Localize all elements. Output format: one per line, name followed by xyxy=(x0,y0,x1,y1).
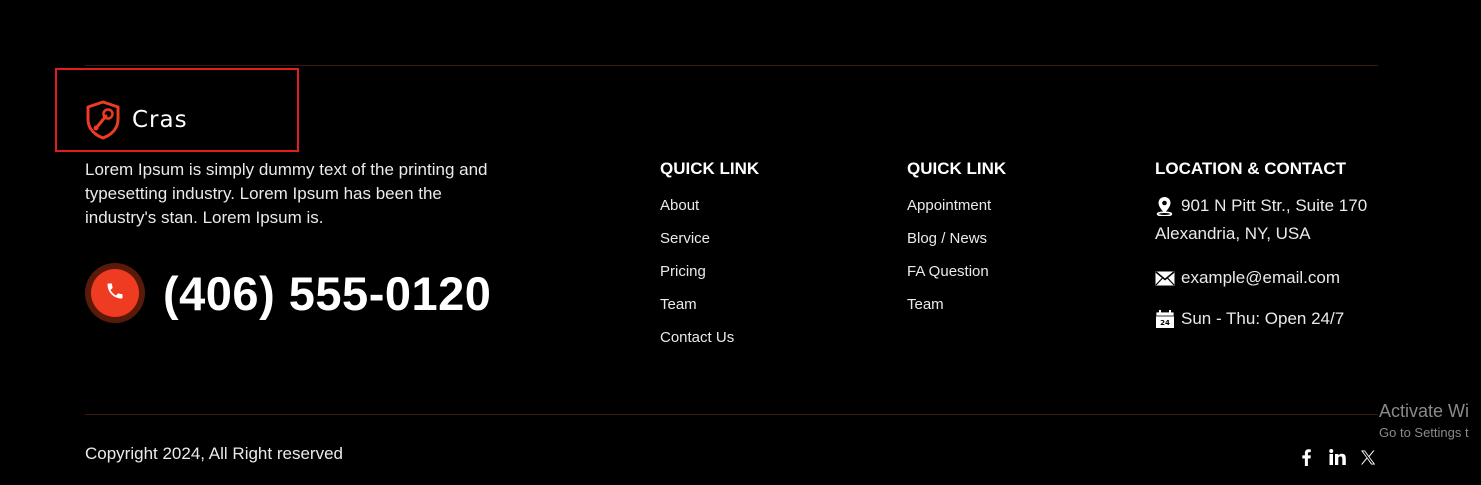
shield-wrench-icon xyxy=(84,100,122,140)
copyright-text: Copyright 2024, All Right reserved xyxy=(85,444,343,463)
column-title: QUICK LINK xyxy=(660,159,760,178)
phone-number[interactable]: (406) 555-0120 xyxy=(163,266,491,321)
facebook-icon[interactable] xyxy=(1296,447,1316,467)
footer-link-team[interactable]: Team xyxy=(907,288,1006,321)
footer-link-contact-us[interactable]: Contact Us xyxy=(660,321,759,354)
phone-block[interactable]: (406) 555-0120 xyxy=(85,263,491,323)
footer-section: Cras Lorem Ipsum is simply dummy text of… xyxy=(0,0,1481,485)
linkedin-icon[interactable] xyxy=(1327,447,1347,467)
svg-text:24: 24 xyxy=(1160,319,1170,327)
address-line-2: Alexandria, NY, USA xyxy=(1155,224,1311,243)
bottom-divider xyxy=(85,414,1378,415)
column-title: QUICK LINK xyxy=(907,159,1007,178)
envelope-icon xyxy=(1155,264,1175,292)
footer-link-service[interactable]: Service xyxy=(660,222,759,255)
logo-text: Cras xyxy=(132,107,188,133)
quick-links-column-1: QUICK LINK About Service Pricing Team Co… xyxy=(660,158,759,354)
map-pin-icon xyxy=(1155,192,1175,220)
email-address[interactable]: example@email.com xyxy=(1181,264,1340,292)
phone-icon-circle xyxy=(85,263,145,323)
address-item: 901 N Pitt Str., Suite 170 xyxy=(1155,192,1395,220)
calendar-icon: 24 xyxy=(1155,305,1175,333)
about-description: Lorem Ipsum is simply dummy text of the … xyxy=(85,160,488,227)
column-title: LOCATION & CONTACT xyxy=(1155,159,1347,178)
contact-column: LOCATION & CONTACT 901 N Pitt Str., Suit… xyxy=(1155,158,1395,333)
logo[interactable]: Cras xyxy=(84,100,188,140)
quick-links-column-2: QUICK LINK Appointment Blog / News FA Qu… xyxy=(907,158,1006,321)
x-icon[interactable] xyxy=(1358,447,1378,467)
address-line-1: 901 N Pitt Str., Suite 170 xyxy=(1181,196,1368,215)
opening-hours: Sun - Thu: Open 24/7 xyxy=(1181,309,1345,328)
windows-activation-watermark: Activate Wi Go to Settings t xyxy=(1379,400,1469,444)
footer-link-pricing[interactable]: Pricing xyxy=(660,255,759,288)
footer-link-appointment[interactable]: Appointment xyxy=(907,189,1006,222)
email-item[interactable]: example@email.com xyxy=(1155,264,1395,292)
address-line-2-row: Alexandria, NY, USA xyxy=(1155,220,1395,248)
footer-link-fa-question[interactable]: FA Question xyxy=(907,255,1006,288)
footer-link-about[interactable]: About xyxy=(660,189,759,222)
footer-link-blog-news[interactable]: Blog / News xyxy=(907,222,1006,255)
activation-line-2: Go to Settings t xyxy=(1379,425,1469,440)
activation-line-1: Activate Wi xyxy=(1379,401,1470,421)
footer-link-team[interactable]: Team xyxy=(660,288,759,321)
phone-icon xyxy=(105,281,125,306)
top-divider xyxy=(85,65,1378,66)
hours-item: 24 Sun - Thu: Open 24/7 xyxy=(1155,305,1395,333)
social-links xyxy=(1285,447,1378,467)
